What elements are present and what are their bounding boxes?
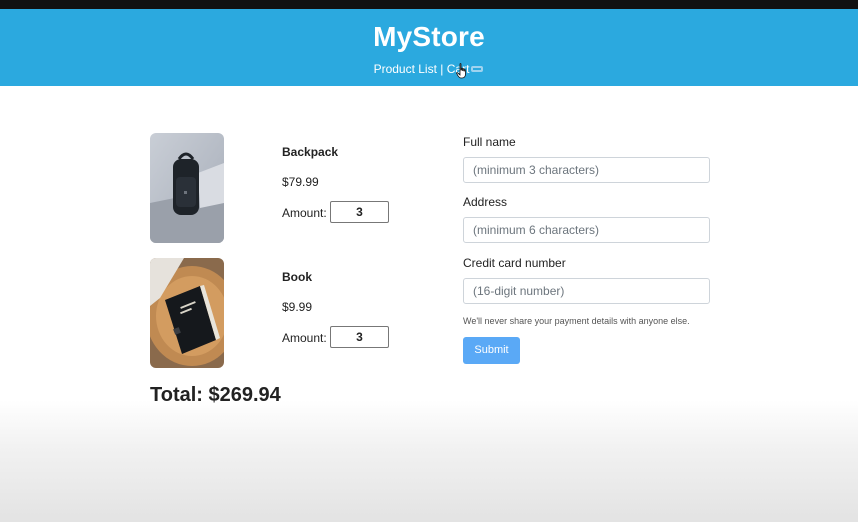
submit-button[interactable]: Submit <box>463 337 520 364</box>
item-price: $79.99 <box>282 175 319 189</box>
nav-separator: | <box>440 62 444 76</box>
amount-input[interactable]: 3 <box>330 326 389 348</box>
hand-pointer-icon <box>456 63 467 79</box>
store-title[interactable]: MyStore <box>0 21 858 53</box>
amount-label: Amount: <box>282 206 327 220</box>
address-input[interactable]: (minimum 6 characters) <box>463 217 710 243</box>
item-name: Backpack <box>282 145 339 159</box>
full-name-label: Full name <box>463 135 516 149</box>
item-price: $9.99 <box>282 300 313 314</box>
credit-card-input[interactable]: (16-digit number) <box>463 278 710 304</box>
item-name: Book <box>282 270 312 284</box>
cart-count-icon <box>471 66 484 72</box>
book-image <box>150 258 224 368</box>
payment-help-text: We'll never share your payment details w… <box>463 316 690 326</box>
cart-item-book: Book $9.99 Amount: 3 <box>150 258 400 368</box>
main-nav: Product List | Cart <box>0 62 858 79</box>
nav-link-product-list[interactable]: Product List <box>374 62 437 76</box>
site-header: MyStore Product List | Cart <box>0 9 858 86</box>
full-name-input[interactable]: (minimum 3 characters) <box>463 157 710 183</box>
cart-total: Total: $269.94 <box>150 384 281 406</box>
amount-label: Amount: <box>282 331 327 345</box>
cart-badge[interactable] <box>456 63 484 79</box>
address-label: Address <box>463 195 508 209</box>
cart-item-backpack: Backpack $79.99 Amount: 3 <box>150 133 400 243</box>
amount-input[interactable]: 3 <box>330 201 389 223</box>
credit-card-label: Credit card number <box>463 256 566 270</box>
backpack-image <box>150 133 224 243</box>
